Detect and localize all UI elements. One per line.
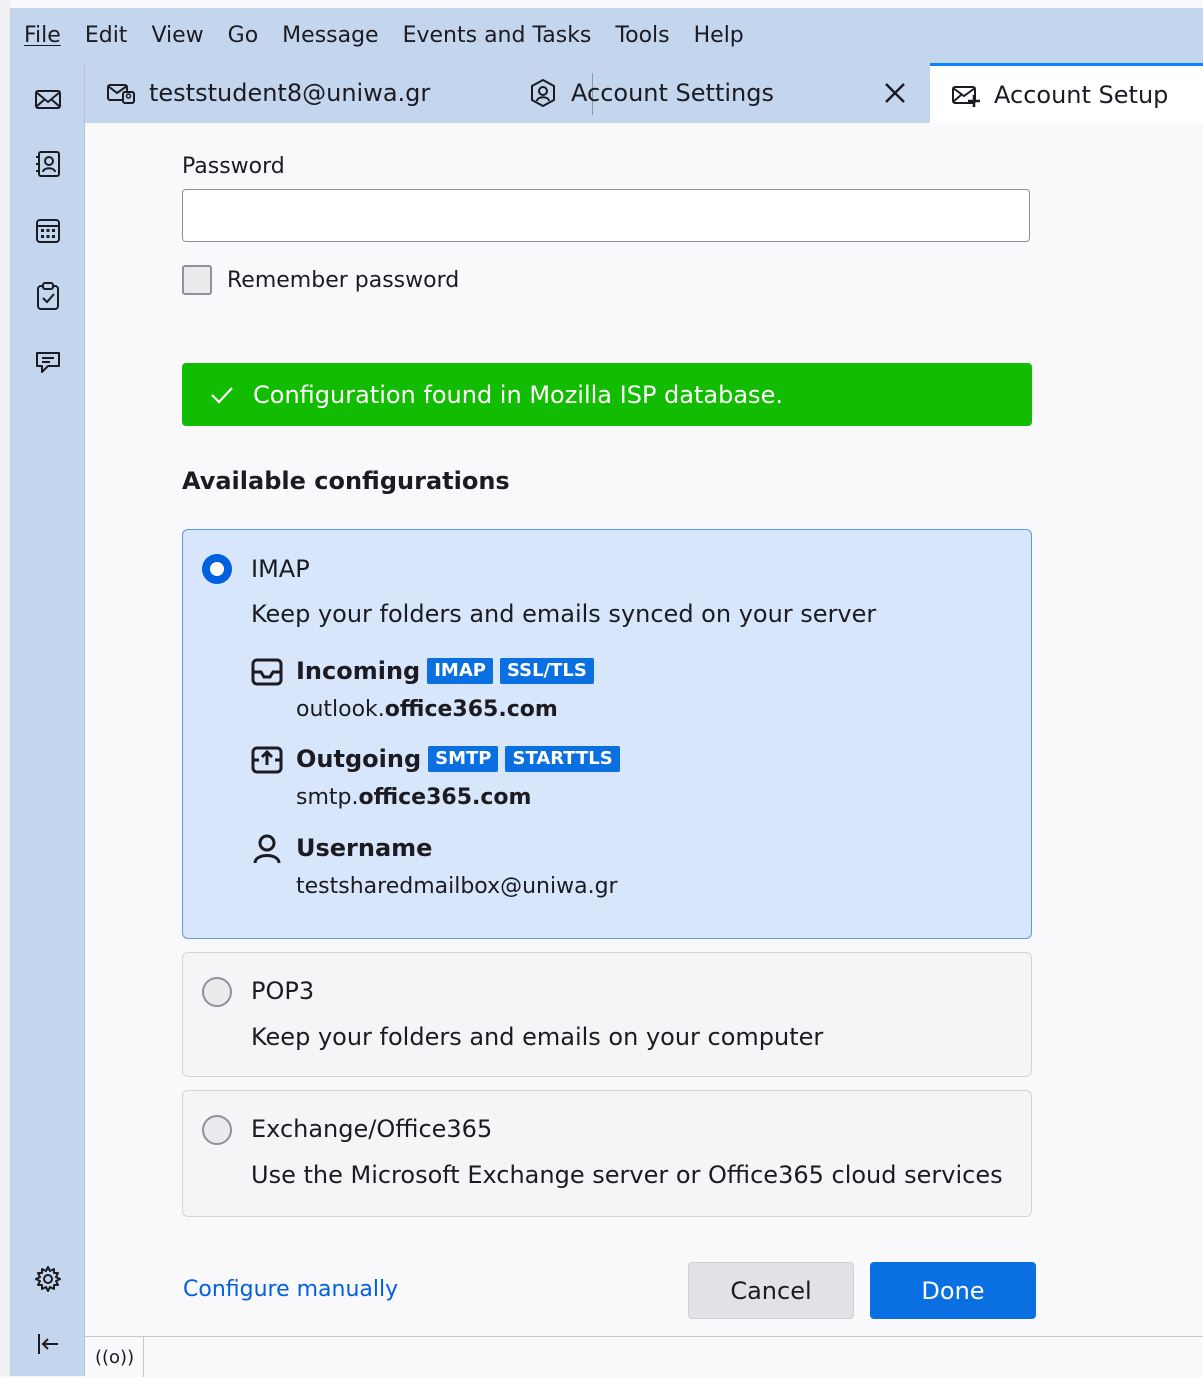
menu-go[interactable]: Go <box>228 23 259 48</box>
config-option-exchange[interactable]: Exchange/Office365 Use the Microsoft Exc… <box>182 1090 1032 1217</box>
outgoing-host: smtp.office365.com <box>296 785 532 810</box>
user-icon <box>250 832 284 866</box>
online-status-icon[interactable]: ((o)) <box>95 1347 134 1368</box>
outgoing-icon <box>250 743 284 777</box>
mail-folder-icon <box>105 77 137 109</box>
menu-edit[interactable]: Edit <box>85 23 128 48</box>
incoming-host: outlook.office365.com <box>296 697 558 722</box>
tab-label: Account Settings <box>571 79 774 107</box>
calendar-icon[interactable] <box>32 214 64 246</box>
menu-view[interactable]: View <box>151 23 203 48</box>
tab-account-settings[interactable]: Account Settings <box>527 63 927 123</box>
collapse-icon[interactable] <box>32 1328 64 1360</box>
address-book-icon[interactable] <box>32 148 64 180</box>
configure-manually-link[interactable]: Configure manually <box>183 1277 398 1302</box>
menu-file[interactable]: File <box>24 23 61 48</box>
incoming-title: Incoming <box>296 657 421 685</box>
remember-password-checkbox[interactable] <box>182 265 212 295</box>
option-description: Keep your folders and emails synced on y… <box>251 600 877 628</box>
menubar: File Edit View Go Message Events and Tas… <box>10 8 1203 63</box>
tab-label: Account Setup <box>994 80 1169 109</box>
tab-label: teststudent8@uniwa.gr <box>149 79 431 107</box>
outgoing-title: Outgoing <box>296 745 422 773</box>
cancel-button[interactable]: Cancel <box>688 1262 854 1319</box>
menu-tools[interactable]: Tools <box>615 23 669 48</box>
pop3-radio[interactable] <box>202 977 232 1007</box>
settings-icon[interactable] <box>32 1263 64 1295</box>
option-description: Keep your folders and emails on your com… <box>251 1023 824 1051</box>
close-tab-icon[interactable] <box>882 80 908 106</box>
tab-account-setup[interactable]: Account Setup <box>930 63 1203 123</box>
tab-strip: teststudent8@uniwa.gr Account Settings A… <box>85 63 1203 123</box>
config-found-banner: Configuration found in Mozilla ISP datab… <box>182 363 1032 426</box>
status-divider <box>143 1337 144 1377</box>
spaces-toolbar <box>10 63 85 1376</box>
option-name: IMAP <box>251 555 310 583</box>
option-name: POP3 <box>251 977 315 1005</box>
account-setup-icon <box>950 79 982 111</box>
outgoing-row: Outgoing SMTP STARTTLS <box>296 745 620 773</box>
outgoing-security-badge: STARTTLS <box>505 746 620 772</box>
tasks-icon[interactable] <box>32 280 64 312</box>
username-title: Username <box>296 834 433 862</box>
username-value: testsharedmailbox@uniwa.gr <box>296 874 618 899</box>
incoming-protocol-badge: IMAP <box>427 658 493 684</box>
window-edge <box>0 0 10 1376</box>
remember-password-label[interactable]: Remember password <box>227 268 459 293</box>
incoming-row: Incoming IMAP SSL/TLS <box>296 657 594 685</box>
checkmark-icon <box>209 382 235 408</box>
banner-text: Configuration found in Mozilla ISP datab… <box>253 380 783 409</box>
tab-mail[interactable]: teststudent8@uniwa.gr <box>105 63 505 123</box>
mail-icon[interactable] <box>32 83 64 115</box>
password-field[interactable] <box>182 189 1030 242</box>
status-bar: ((o)) <box>85 1336 1203 1377</box>
incoming-security-badge: SSL/TLS <box>499 658 594 684</box>
exchange-radio[interactable] <box>202 1115 232 1145</box>
imap-radio[interactable] <box>202 554 232 584</box>
option-name: Exchange/Office365 <box>251 1115 493 1143</box>
config-option-imap[interactable]: IMAP Keep your folders and emails synced… <box>182 529 1032 939</box>
available-configurations-title: Available configurations <box>182 467 510 495</box>
account-settings-icon <box>527 77 559 109</box>
menu-help[interactable]: Help <box>694 23 744 48</box>
option-description: Use the Microsoft Exchange server or Off… <box>251 1161 1003 1189</box>
config-option-pop3[interactable]: POP3 Keep your folders and emails on you… <box>182 952 1032 1077</box>
menu-message[interactable]: Message <box>282 23 378 48</box>
menu-events-and-tasks[interactable]: Events and Tasks <box>403 23 592 48</box>
outgoing-protocol-badge: SMTP <box>428 746 499 772</box>
chat-icon[interactable] <box>32 346 64 378</box>
done-button[interactable]: Done <box>870 1262 1036 1319</box>
password-label: Password <box>182 154 285 179</box>
incoming-icon <box>250 655 284 689</box>
